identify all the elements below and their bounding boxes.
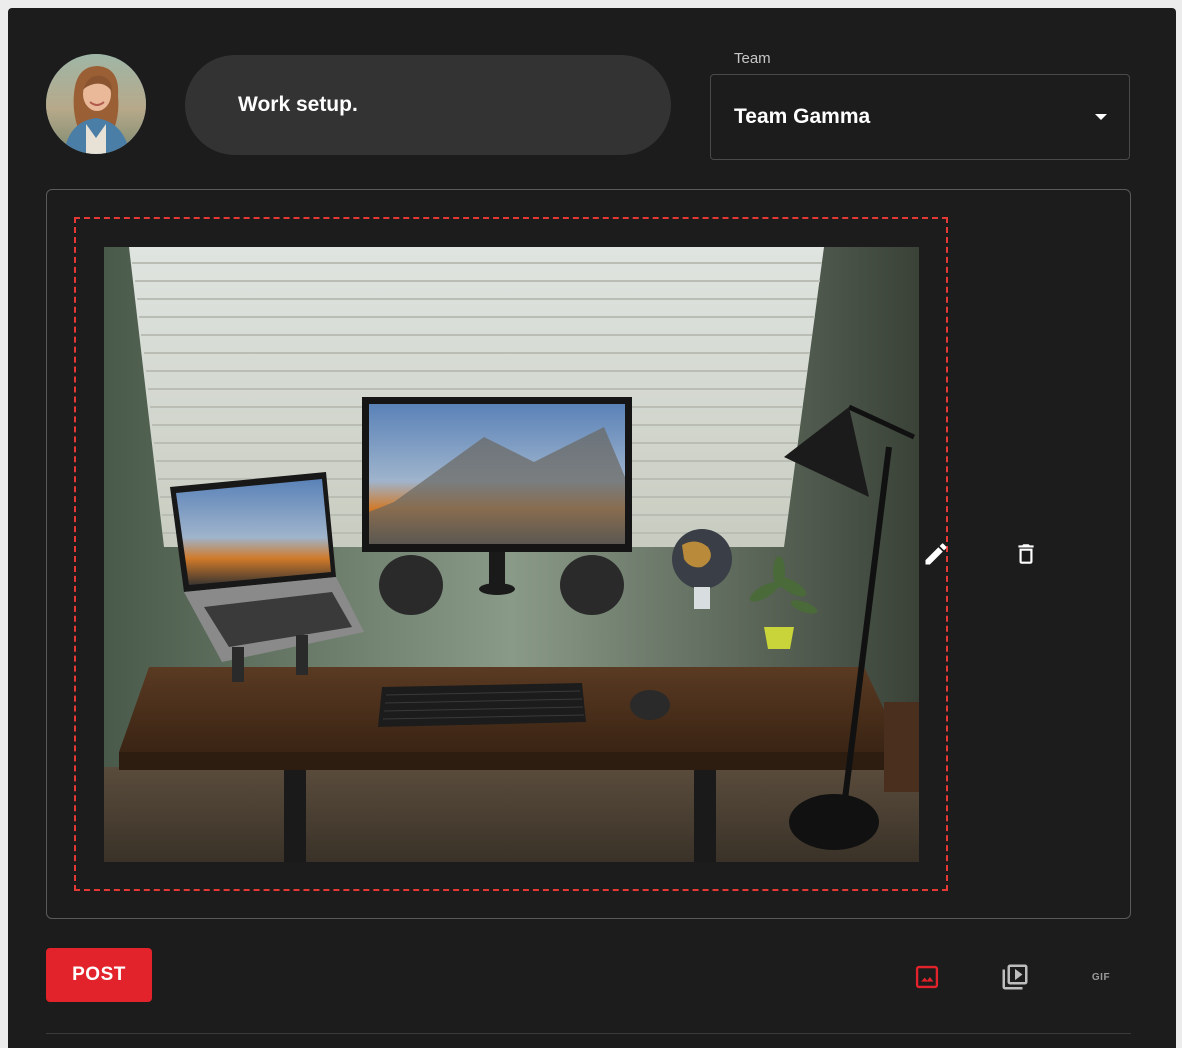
desk-setup-photo — [104, 247, 919, 862]
image-icon[interactable] — [910, 960, 944, 994]
video-library-icon[interactable] — [998, 960, 1032, 994]
gif-icon[interactable]: GIF — [1084, 962, 1118, 992]
caret-down-icon — [1095, 114, 1107, 120]
avatar-image — [46, 54, 146, 154]
post-button[interactable]: POST — [46, 948, 152, 1002]
trash-icon[interactable] — [1010, 538, 1042, 570]
uploaded-image[interactable] — [104, 247, 919, 862]
divider — [46, 1033, 1131, 1034]
avatar[interactable] — [46, 54, 146, 154]
post-text-input[interactable]: Work setup. — [185, 55, 671, 155]
team-label: Team — [734, 50, 771, 67]
pencil-icon[interactable] — [918, 538, 954, 570]
post-composer-card: Work setup. Team Team Gamma POST GIF — [8, 8, 1176, 1048]
team-select-value: Team Gamma — [734, 105, 871, 128]
team-select[interactable]: Team Gamma — [710, 74, 1130, 160]
gif-label: GIF — [1091, 971, 1111, 983]
